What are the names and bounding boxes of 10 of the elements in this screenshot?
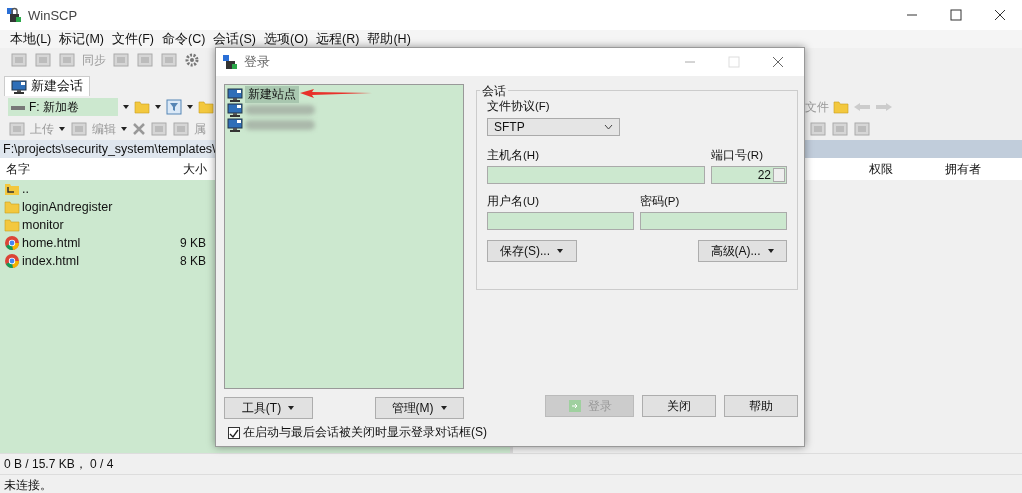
status-text: 未连接。	[0, 474, 1022, 493]
field-label: 主机名(H)	[487, 148, 540, 163]
field-label: 密码(P)	[640, 194, 681, 209]
status-text: 0 B / 15.7 KB， 0 / 4	[0, 453, 1022, 474]
field-label: 文件协议(F)	[487, 99, 551, 114]
dialog-title: 登录	[244, 53, 270, 71]
field-label: 用户名(U)	[487, 194, 540, 209]
field-label: 端口号(R)	[711, 148, 764, 163]
group-title: 会话	[480, 83, 508, 100]
window-title: WinSCP	[28, 7, 78, 23]
